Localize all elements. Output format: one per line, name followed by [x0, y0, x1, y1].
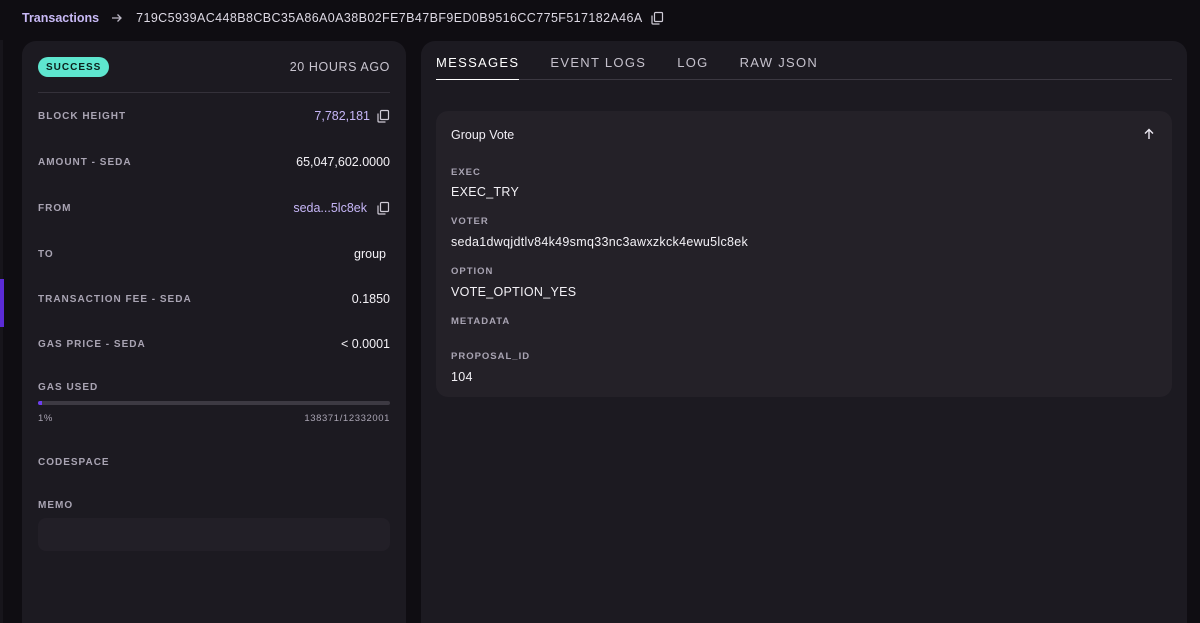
- divider: [38, 92, 390, 93]
- gas-used-progress-fill: [38, 401, 42, 405]
- row-label: TRANSACTION FEE - SEDA: [38, 293, 192, 305]
- memo-field: [38, 518, 390, 551]
- transaction-hash: 719C5939AC448B8CBC35A86A0A38B02FE7B47BF9…: [136, 11, 643, 25]
- row-label: CODESPACE: [38, 456, 110, 468]
- sidebar-edge: [0, 40, 3, 623]
- memo-row: MEMO: [38, 495, 390, 515]
- gas-used-ratio: 138371/12332001: [304, 413, 390, 424]
- transaction-summary-card: SUCCESS 20 HOURS AGO BLOCK HEIGHT 7,782,…: [22, 41, 406, 623]
- row-value: 7,782,181: [314, 109, 390, 123]
- field-label-metadata: METADATA: [451, 316, 511, 327]
- gas-used-label: GAS USED: [38, 381, 99, 393]
- breadcrumb: Transactions 719C5939AC448B8CBC35A86A0A3…: [22, 9, 664, 27]
- row-label: GAS PRICE - SEDA: [38, 338, 146, 350]
- gas-used-meta: 1% 138371/12332001: [38, 413, 390, 424]
- timestamp: 20 HOURS AGO: [289, 60, 390, 74]
- tab-event-logs[interactable]: EVENT LOGS: [550, 55, 646, 79]
- field-label-proposal-id: PROPOSAL_ID: [451, 351, 531, 362]
- gas-used-progress: [38, 401, 390, 405]
- status-badge: SUCCESS: [38, 57, 110, 77]
- sidebar-active-indicator: [0, 279, 4, 327]
- field-label-exec: EXEC: [451, 167, 481, 178]
- row-label: FROM: [38, 202, 72, 214]
- breadcrumb-transactions-link[interactable]: Transactions: [22, 11, 99, 25]
- transaction-page: Transactions 719C5939AC448B8CBC35A86A0A3…: [0, 0, 1200, 623]
- to-row: TO group: [38, 244, 390, 264]
- fee-row: TRANSACTION FEE - SEDA 0.1850: [38, 289, 390, 309]
- field-label-voter: VOTER: [451, 216, 489, 227]
- row-label: AMOUNT - SEDA: [38, 156, 132, 168]
- copy-icon[interactable]: [376, 109, 390, 123]
- tab-raw-json[interactable]: RAW JSON: [740, 55, 819, 79]
- tab-log[interactable]: LOG: [677, 55, 708, 79]
- field-label-option: OPTION: [451, 266, 494, 277]
- row-value: 0.1850: [351, 292, 390, 306]
- arrow-right-icon: [109, 10, 125, 26]
- block-height-row: BLOCK HEIGHT 7,782,181: [38, 106, 390, 126]
- amount-row: AMOUNT - SEDA 65,047,602.0000: [38, 152, 390, 172]
- chevron-up-icon[interactable]: [1142, 127, 1156, 141]
- message-panel: Group Vote EXEC EXEC_TRY VOTER seda1dwqj…: [436, 111, 1172, 397]
- gas-used-row: GAS USED: [38, 377, 390, 397]
- codespace-row: CODESPACE: [38, 452, 390, 472]
- field-value-option: VOTE_OPTION_YES: [451, 285, 577, 299]
- row-value: < 0.0001: [340, 337, 390, 351]
- from-address-link[interactable]: seda...5lc8ek: [293, 201, 367, 215]
- field-value-exec: EXEC_TRY: [451, 185, 520, 199]
- field-value-voter: seda1dwqjdtlv84k49smq33nc3awxzkck4ewu5lc…: [451, 235, 749, 249]
- row-label: MEMO: [38, 499, 74, 511]
- gas-used-percent: 1%: [38, 413, 53, 424]
- field-value-proposal-id: 104: [451, 370, 473, 384]
- detail-tabs: MESSAGES EVENT LOGS LOG RAW JSON: [436, 55, 1172, 80]
- block-height-link[interactable]: 7,782,181: [314, 109, 370, 123]
- copy-icon[interactable]: [650, 11, 664, 25]
- row-label: BLOCK HEIGHT: [38, 110, 127, 122]
- transaction-detail-card: MESSAGES EVENT LOGS LOG RAW JSON Group V…: [421, 41, 1187, 623]
- copy-icon[interactable]: [376, 201, 390, 215]
- row-value: seda...5lc8ek: [293, 201, 390, 215]
- tab-messages[interactable]: MESSAGES: [436, 55, 520, 80]
- row-value: group: [354, 247, 386, 261]
- message-title: Group Vote: [451, 128, 515, 142]
- gas-price-row: GAS PRICE - SEDA < 0.0001: [38, 334, 390, 354]
- row-value: 65,047,602.0000: [296, 155, 390, 169]
- row-label: TO: [38, 248, 54, 260]
- from-row: FROM seda...5lc8ek: [38, 198, 390, 218]
